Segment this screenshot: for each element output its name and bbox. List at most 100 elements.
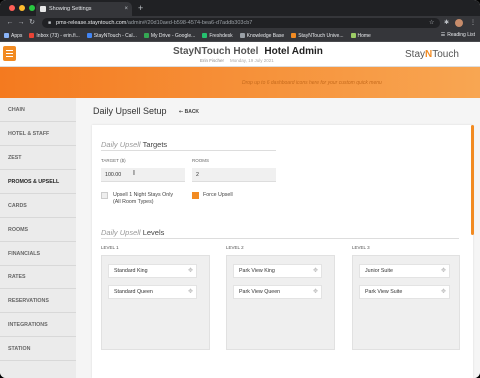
back-arrow-icon[interactable]: ← [6, 18, 14, 28]
one-night-line: Upsell 1 Night Stays Only [113, 192, 174, 198]
forward-arrow-icon[interactable]: → [17, 18, 25, 28]
bookmark-favicon-icon [4, 33, 9, 38]
room-type-label: Junior Suite [365, 268, 393, 274]
sidebar-item-hotel-staff[interactable]: HOTEL & STAFF [0, 122, 76, 146]
sidebar-item-rates[interactable]: RATES [0, 265, 76, 289]
bookmark-item[interactable]: StayNTouch - Cal... [86, 33, 137, 39]
room-type-label: Standard King [114, 268, 148, 274]
room-type-chip[interactable]: Park View Queen ✥ [233, 285, 322, 299]
browser-menu-icon[interactable]: ⋮ [470, 18, 476, 28]
level-dropzone[interactable]: Standard King ✥ Standard Queen ✥ [101, 255, 210, 350]
bookmark-favicon-icon [291, 33, 297, 38]
drag-handle-icon[interactable]: ✥ [313, 268, 318, 275]
url-text: pms-release.stayntouch.com/admin#/20d10a… [56, 20, 252, 26]
level-dropzone[interactable]: Junior Suite ✥ Park View Suite ✥ [352, 255, 460, 350]
url-host: pms-release.stayntouch.com [56, 20, 127, 26]
room-type-chip[interactable]: Standard Queen ✥ [108, 285, 197, 299]
bookmarks-bar: Apps Inbox (73) - erin.fi... StayNTouch - … [0, 30, 480, 42]
bookmark-item[interactable]: Knowledge Base [239, 33, 284, 39]
bookmark-item[interactable]: Apps [4, 33, 22, 39]
targets-section-title: Daily Upsell Targets [101, 140, 167, 149]
maximize-window-icon[interactable] [29, 5, 35, 11]
address-bar[interactable]: ■ pms-release.stayntouch.com/admin#/20d1… [42, 18, 440, 28]
window-controls [9, 5, 35, 11]
close-window-icon[interactable] [9, 5, 15, 11]
back-label: BACK [184, 109, 200, 115]
room-type-chip[interactable]: Junior Suite ✥ [359, 264, 450, 278]
target-label: TARGET ($) [101, 158, 126, 163]
rooms-input[interactable]: 2 [192, 168, 276, 182]
drag-handle-icon[interactable]: ✥ [188, 268, 193, 275]
brand-logo: StayNTouch [405, 49, 459, 60]
drag-handle-icon[interactable]: ✥ [441, 268, 446, 275]
room-type-label: Park View Queen [239, 289, 281, 295]
force-upsell-checkbox[interactable] [192, 192, 199, 199]
sidebar-item-reservations[interactable]: RESERVATIONS [0, 289, 76, 313]
hotel-name: StayNTouch Hotel [173, 46, 259, 57]
bookmark-label: Apps [11, 32, 23, 39]
hotel-title: StayNTouch Hotel Hotel Admin [173, 46, 323, 57]
address-row: ← → ↻ ■ pms-release.stayntouch.com/admin… [0, 16, 480, 30]
title-italic: Daily Upsell [101, 140, 141, 149]
quick-menu-dropzone[interactable]: Drop up to 6 dashboard icons here for yo… [0, 67, 480, 98]
one-night-checkbox[interactable] [101, 192, 108, 199]
one-night-line: (All Room Types) [113, 199, 154, 205]
bookmark-favicon-icon [202, 33, 208, 38]
bookmark-item[interactable]: Inbox (73) - erin.fi... [29, 33, 80, 39]
scrollbar[interactable] [471, 125, 474, 235]
new-tab-button[interactable]: + [138, 3, 143, 13]
tab-title: Showing Settings [49, 6, 92, 12]
room-type-label: Park View Suite [365, 289, 403, 295]
menu-hamburger-icon[interactable] [3, 46, 16, 61]
user-name: Erin Fischer [200, 58, 225, 63]
reading-list[interactable]: ☰ Reading List [441, 32, 475, 38]
extensions-icon[interactable]: ✱ [444, 18, 449, 28]
sidebar-item-rooms[interactable]: ROOMS [0, 218, 76, 242]
room-type-chip[interactable]: Park View King ✥ [233, 264, 322, 278]
reload-icon[interactable]: ↻ [28, 18, 36, 28]
bookmark-item[interactable]: StayNTouch Unive... [291, 33, 344, 39]
sidebar-item-promos-upsell[interactable]: PROMOS & UPSELL [0, 170, 76, 194]
bookmark-star-icon[interactable]: ☆ [429, 18, 434, 28]
one-night-label: Upsell 1 Night Stays Only (All Room Types… [113, 192, 173, 206]
rooms-value: 2 [196, 171, 199, 178]
minimize-window-icon[interactable] [19, 5, 25, 11]
tab-close-icon[interactable]: × [124, 6, 128, 12]
app-header: StayNTouch Hotel Hotel Admin Erin Fischer… [0, 42, 480, 67]
target-input[interactable]: 100.00 [101, 168, 185, 182]
bookmark-item[interactable]: My Drive - Google... [143, 33, 195, 39]
section-divider [101, 238, 459, 239]
tab-strip: Showing Settings × + [0, 0, 480, 16]
bookmark-favicon-icon [239, 33, 245, 38]
drag-handle-icon[interactable]: ✥ [188, 289, 193, 296]
browser-tab[interactable]: Showing Settings × [36, 2, 132, 16]
room-type-label: Park View King [239, 268, 275, 274]
room-type-chip[interactable]: Standard King ✥ [108, 264, 197, 278]
sidebar-item-zest[interactable]: ZEST [0, 146, 76, 170]
dropzone-hint: Drop up to 6 dashboard icons here for yo… [242, 80, 382, 86]
room-type-chip[interactable]: Park View Suite ✥ [359, 285, 450, 299]
bookmark-favicon-icon [350, 33, 356, 38]
back-button[interactable]: ⇠ BACK [179, 109, 199, 115]
drag-handle-icon[interactable]: ✥ [313, 289, 318, 296]
sidebar-item-integrations[interactable]: INTEGRATIONS [0, 313, 76, 337]
bookmark-label: Home [357, 32, 371, 39]
bookmark-label: Freshdesk [209, 32, 233, 39]
drag-handle-icon[interactable]: ✥ [441, 289, 446, 296]
reading-list-icon: ☰ [440, 32, 446, 38]
text-cursor-icon: I [133, 170, 135, 177]
sidebar-item-station[interactable]: STATION [0, 337, 76, 361]
bookmark-item[interactable]: Freshdesk [202, 32, 233, 39]
sidebar-item-chain[interactable]: CHAIN [0, 98, 76, 122]
level-dropzone[interactable]: Park View King ✥ Park View Queen ✥ [226, 255, 335, 350]
section-divider [101, 150, 276, 151]
sidebar-item-cards[interactable]: CARDS [0, 194, 76, 218]
room-type-label: Standard Queen [114, 289, 153, 295]
profile-avatar-icon[interactable] [455, 19, 463, 27]
sidebar-item-financials[interactable]: FINANCIALS [0, 242, 76, 266]
bookmark-item[interactable]: Home [350, 32, 371, 39]
tab-favicon-icon [40, 6, 46, 12]
title-rest: Targets [142, 140, 168, 149]
user-info: Erin Fischer Monday, 19 July 2021 [200, 58, 274, 63]
admin-section-title: Hotel Admin [264, 46, 323, 57]
